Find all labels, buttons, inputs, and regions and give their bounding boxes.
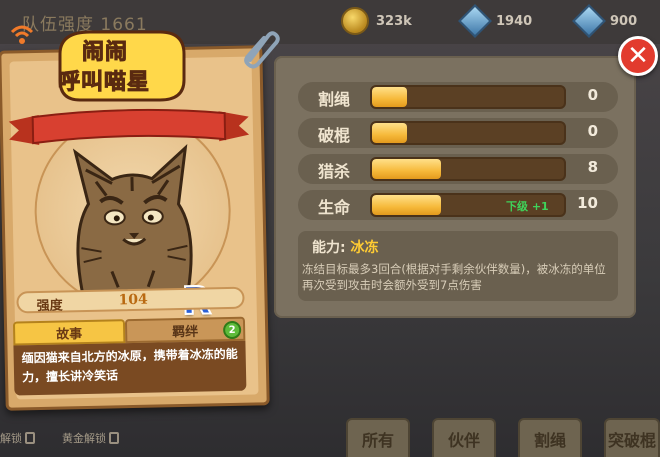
- stat-fill: [372, 87, 407, 107]
- ability-description: 冻结目标最多3回合(根据对手剩余伙伴数量)，被冰冻的单位再次受到攻击时会额外受到…: [302, 262, 606, 292]
- paperclip-icon: [244, 31, 280, 69]
- stat-label: 猎杀: [318, 162, 351, 181]
- stat-row-hp: 生命 下级 +1 10: [298, 190, 618, 220]
- stats-panel: 割绳 0 破棍 0 猎杀 8 生命 下级 +1 10 能力: 冰冻 冻结目标最多…: [274, 56, 636, 318]
- gold-unlock-label: 黄金解锁: [62, 432, 106, 445]
- tab-bond-label: 羁绊: [172, 324, 199, 340]
- stat-label: 破棍: [318, 126, 351, 145]
- coin-plus-icon: [340, 6, 370, 36]
- bond-count-badge: 2: [222, 320, 242, 340]
- stat-row-rope: 割绳 0: [298, 82, 618, 112]
- ability-name: 冰冻: [350, 240, 379, 256]
- stat-value: 10: [577, 194, 598, 212]
- gem-ticket-icon: [458, 4, 492, 38]
- coin-value: 323k: [376, 13, 412, 29]
- stat-bar: [370, 85, 566, 109]
- ability-box: 能力: 冰冻 冻结目标最多3回合(根据对手剩余伙伴数量)，被冰冻的单位再次受到攻…: [298, 231, 618, 301]
- close-icon: ✕: [627, 41, 649, 71]
- story-box: 缅因猫来自北方的冰原，携带着冰冻的能力，擅长讲冷笑话: [13, 340, 247, 396]
- tab-partners[interactable]: 伙伴: [432, 418, 496, 457]
- stat-fill: [372, 123, 407, 143]
- maine-coon-cat-portrait: [72, 144, 193, 293]
- story-text: 缅因猫来自北方的冰原，携带着冰冻的能力，擅长讲冷笑话: [21, 346, 238, 385]
- stat-bar: [370, 121, 566, 145]
- stat-fill: [372, 159, 442, 179]
- tab-all[interactable]: 所有: [346, 418, 410, 457]
- stat-fill: [372, 195, 442, 215]
- stat-value: 0: [587, 122, 598, 140]
- logo-text-top: 闹闹: [81, 40, 129, 66]
- power-value: 104: [118, 291, 148, 309]
- lock-icon: [109, 432, 119, 444]
- close-button[interactable]: ✕: [618, 36, 658, 76]
- gem-plus-icon: [572, 4, 606, 38]
- stat-row-stick: 破棍 0: [298, 118, 618, 148]
- gold-unlock-item[interactable]: 黄金解锁: [62, 428, 119, 448]
- wifi-icon: [10, 25, 34, 44]
- stat-bar: [370, 157, 566, 181]
- tab-bond[interactable]: 羁绊 2: [124, 316, 246, 344]
- stat-row-hunt: 猎杀 8: [298, 154, 618, 184]
- power-label: 强度: [36, 298, 63, 315]
- next-level-tag: 下级 +1: [506, 200, 549, 213]
- ability-label: 能力:: [312, 240, 346, 256]
- stat-label: 割绳: [318, 90, 351, 109]
- gem-resource[interactable]: 900: [572, 4, 638, 38]
- tab-story[interactable]: 故事: [12, 319, 126, 346]
- unlock-label: 解锁: [0, 432, 22, 445]
- ticket-resource[interactable]: 1940: [458, 4, 533, 38]
- stat-value: 0: [587, 86, 598, 104]
- stat-label: 生命: [318, 198, 351, 217]
- stat-value: 8: [587, 158, 598, 176]
- game-logo: 闹闹 呼叫喵星: [30, 20, 186, 110]
- tab-rope[interactable]: 割绳: [518, 418, 582, 457]
- ability-header: 能力: 冰冻: [312, 237, 378, 257]
- gem-value: 900: [610, 13, 638, 29]
- logo-text-bottom: 呼叫喵星: [57, 70, 151, 96]
- tab-breakthrough[interactable]: 突破棍: [604, 418, 660, 457]
- coin-resource[interactable]: 323k: [340, 6, 412, 36]
- lock-icon: [25, 432, 35, 444]
- ticket-value: 1940: [496, 13, 533, 29]
- unlock-item[interactable]: 解锁: [0, 428, 35, 448]
